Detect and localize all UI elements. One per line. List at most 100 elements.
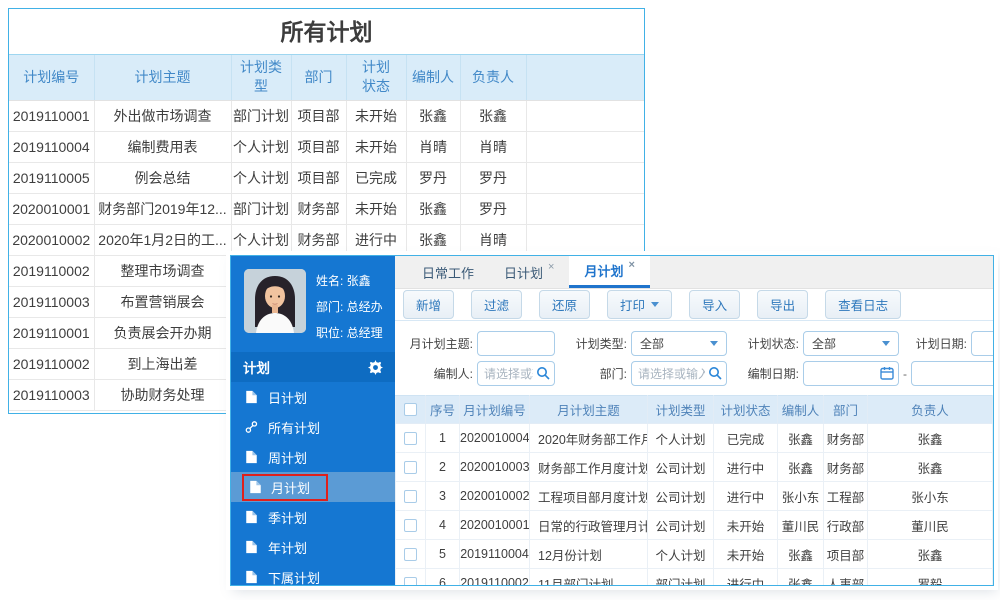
caret-down-icon bbox=[710, 341, 718, 346]
sidebar-item-weekly-plan[interactable]: 周计划 bbox=[231, 442, 395, 472]
button-label: 打印 bbox=[620, 299, 646, 313]
owner-link[interactable]: 张鑫 bbox=[867, 539, 993, 569]
profile-name: 姓名: 张鑫 bbox=[316, 274, 371, 288]
select-all-checkbox[interactable] bbox=[404, 403, 417, 416]
plan-subject-link[interactable]: 2020年财务部工作月... bbox=[529, 423, 648, 453]
sidebar-item-yearly-plan[interactable]: 年计划 bbox=[231, 532, 395, 562]
plan-subject-link[interactable]: 12月份计划 bbox=[529, 539, 648, 569]
gear-icon[interactable] bbox=[368, 359, 383, 375]
table-row: 4 2020010001 日常的行政管理月计划 公司计划 未开始 董川民 行政部… bbox=[395, 510, 993, 540]
col-creator: 编制人 bbox=[406, 55, 461, 101]
subject-filter-input[interactable] bbox=[477, 331, 555, 356]
tab-daily-plan[interactable]: 日计划 × bbox=[489, 256, 569, 288]
creator-link[interactable]: 张鑫 bbox=[777, 423, 824, 453]
sidebar-item-label: 下属计划 bbox=[268, 570, 321, 586]
close-icon[interactable]: × bbox=[628, 259, 634, 271]
creator-link[interactable]: 张鑫 bbox=[777, 452, 824, 482]
cell: 未开始 bbox=[346, 100, 407, 132]
plan-type-select[interactable]: 全部 bbox=[631, 331, 727, 356]
table-header-row: 计划编号 计划主题 计划类型 部门 计划状态 编制人 负责人 bbox=[9, 55, 644, 101]
profile-info: 姓名: 张鑫 部门: 总经办 职位: 总经理 bbox=[316, 269, 383, 341]
owner-link[interactable]: 张鑫 bbox=[867, 423, 993, 453]
make-date-end-input[interactable] bbox=[911, 361, 993, 386]
sidebar-item-label: 周计划 bbox=[268, 450, 308, 466]
row-checkbox[interactable] bbox=[404, 518, 417, 532]
select-value: 全部 bbox=[640, 337, 665, 351]
cell: 工程部 bbox=[823, 481, 868, 511]
plan-subject-link[interactable]: 日常的行政管理月计划 bbox=[529, 510, 648, 540]
calendar-icon[interactable] bbox=[880, 366, 894, 380]
creator-link[interactable]: 董川民 bbox=[777, 510, 824, 540]
cell: 张鑫 bbox=[406, 193, 461, 225]
table-row: 2020010001 财务部门2019年12... 部门计划 财务部 未开始 张鑫 罗丹 bbox=[9, 193, 644, 225]
creator-link[interactable]: 张鑫 bbox=[777, 568, 824, 585]
button-label: 导入 bbox=[702, 299, 728, 313]
row-checkbox[interactable] bbox=[404, 460, 417, 474]
filter-button[interactable]: 过滤 bbox=[471, 290, 523, 319]
cell: 财务部门2019年12... bbox=[94, 193, 232, 225]
link-icon bbox=[245, 421, 258, 433]
cell bbox=[526, 224, 644, 256]
plan-id-link[interactable]: 2020010004 bbox=[459, 423, 530, 453]
filter-row-1: 月计划主题: 计划类型: 全部 计划状态: 全部 计划日期: bbox=[395, 330, 993, 357]
plan-id-link[interactable]: 2019110002 bbox=[459, 568, 530, 585]
owner-link[interactable]: 董川民 bbox=[867, 510, 993, 540]
owner-link[interactable]: 张小东 bbox=[867, 481, 993, 511]
search-icon[interactable] bbox=[536, 366, 550, 380]
table-row: 2019110005 例会总结 个人计划 项目部 已完成 罗丹 罗丹 bbox=[9, 162, 644, 194]
caret-down-icon bbox=[882, 341, 890, 346]
cell: 例会总结 bbox=[94, 162, 232, 194]
cell: 5 bbox=[425, 539, 460, 569]
import-button[interactable]: 导入 bbox=[689, 290, 741, 319]
search-icon[interactable] bbox=[708, 366, 722, 380]
tab-monthly-plan[interactable]: 月计划 × bbox=[569, 256, 650, 288]
sidebar-item-daily-plan[interactable]: 日计划 bbox=[231, 382, 395, 412]
restore-button[interactable]: 还原 bbox=[539, 290, 591, 319]
cell: 罗丹 bbox=[460, 193, 527, 225]
cell: 进行中 bbox=[713, 481, 778, 511]
cell: 罗丹 bbox=[460, 162, 527, 194]
tab-daily-work[interactable]: 日常工作 bbox=[407, 256, 489, 288]
cell: 项目部 bbox=[291, 162, 347, 194]
cell: 4 bbox=[425, 510, 460, 540]
plan-id-link[interactable]: 2020010001 bbox=[459, 510, 530, 540]
annotation-highlight: 月计划 bbox=[242, 473, 329, 501]
cell bbox=[526, 193, 644, 225]
row-checkbox[interactable] bbox=[404, 489, 417, 503]
export-button[interactable]: 导出 bbox=[757, 290, 809, 319]
sidebar-item-all-plans[interactable]: 所有计划 bbox=[231, 412, 395, 442]
button-label: 导出 bbox=[770, 299, 796, 313]
plan-id-link[interactable]: 2020010003 bbox=[459, 452, 530, 482]
creator-link[interactable]: 张小东 bbox=[777, 481, 824, 511]
print-button[interactable]: 打印 bbox=[607, 290, 673, 319]
cell: 外出做市场调查 bbox=[94, 100, 232, 132]
file-icon bbox=[246, 390, 257, 404]
close-icon[interactable]: × bbox=[548, 261, 554, 273]
owner-link[interactable]: 张鑫 bbox=[867, 452, 993, 482]
sidebar-item-quarterly-plan[interactable]: 季计划 bbox=[231, 502, 395, 532]
profile-position: 职位: 总经理 bbox=[316, 326, 383, 340]
row-checkbox[interactable] bbox=[404, 547, 417, 561]
plan-id-link[interactable]: 2019110004 bbox=[459, 539, 530, 569]
owner-link[interactable]: 罗毅 bbox=[867, 568, 993, 585]
plan-id-link[interactable]: 2020010002 bbox=[459, 481, 530, 511]
plan-subject-link[interactable]: 11月部门计划 bbox=[529, 568, 648, 585]
plan-date-input[interactable] bbox=[971, 331, 993, 356]
row-checkbox[interactable] bbox=[404, 576, 417, 585]
date-range-dash: - bbox=[903, 366, 907, 381]
sidebar-item-label: 所有计划 bbox=[268, 420, 321, 436]
view-log-button[interactable]: 查看日志 bbox=[825, 290, 902, 319]
creator-link[interactable]: 张鑫 bbox=[777, 539, 824, 569]
cell: 公司计划 bbox=[647, 452, 714, 482]
sidebar-group-plan: 计划 bbox=[231, 352, 395, 382]
file-icon bbox=[250, 480, 261, 494]
sidebar-item-monthly-plan[interactable]: 月计划 bbox=[231, 472, 395, 502]
add-button[interactable]: 新增 bbox=[403, 290, 455, 319]
plan-status-select[interactable]: 全部 bbox=[803, 331, 899, 356]
sidebar-item-subordinate-plan[interactable]: 下属计划 bbox=[231, 562, 395, 592]
row-checkbox[interactable] bbox=[404, 431, 417, 445]
plan-subject-link[interactable]: 财务部工作月度计划 bbox=[529, 452, 648, 482]
cell: 2019110003 bbox=[9, 379, 95, 411]
cell: 2019110004 bbox=[9, 131, 95, 163]
plan-subject-link[interactable]: 工程项目部月度计划 bbox=[529, 481, 648, 511]
